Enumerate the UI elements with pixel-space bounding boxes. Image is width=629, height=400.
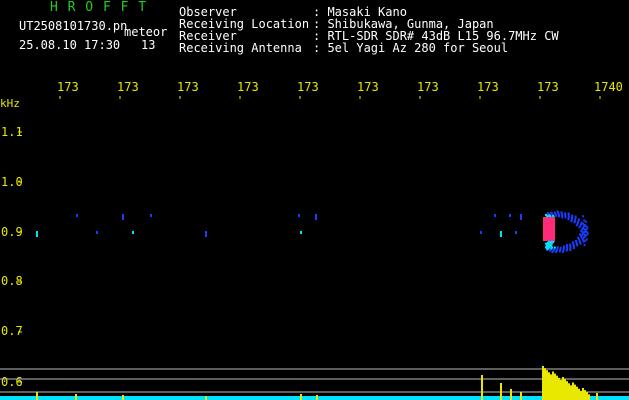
echo-pixel [583, 219, 586, 222]
carrier-trace [480, 231, 482, 234]
level-echo-bar [570, 385, 572, 400]
echo-pixel [564, 216, 567, 219]
echo-pixel [545, 242, 547, 245]
echo-pixel [580, 229, 583, 232]
level-echo-bar [572, 382, 574, 400]
echo-pixel [582, 236, 585, 239]
echo-pixel [551, 246, 553, 249]
echo-pixel [582, 215, 585, 218]
echo-pixel [571, 241, 574, 244]
level-spike [122, 395, 124, 400]
echo-pixel [565, 244, 568, 247]
level-baseline [0, 396, 629, 400]
carrier-trace [500, 231, 502, 237]
carrier-signal-traces [36, 214, 522, 237]
level-echo-bar [588, 394, 590, 400]
echo-pixel [582, 222, 585, 225]
level-echo-bar [578, 388, 580, 400]
echo-pixel [561, 216, 564, 219]
level-echo-bar [550, 374, 552, 400]
level-spike [205, 396, 207, 400]
level-spike [596, 393, 598, 400]
carrier-trace [509, 214, 511, 217]
level-spike [300, 394, 302, 400]
echo-pixel [570, 220, 573, 223]
echo-pixel [555, 215, 558, 217]
echo-pixel [573, 221, 576, 224]
carrier-trace [205, 231, 207, 237]
echo-pixel [559, 246, 562, 249]
carrier-trace [515, 231, 517, 234]
level-spike [500, 383, 502, 400]
carrier-trace [150, 214, 152, 217]
echo-pixel [558, 215, 561, 218]
axis-ticks [18, 96, 601, 383]
echo-pixel [575, 239, 577, 242]
echo-pixel [553, 246, 556, 249]
level-echo-bar [566, 381, 568, 400]
echo-pixel [567, 218, 570, 221]
echo-pixel [556, 246, 559, 249]
carrier-trace [76, 214, 78, 217]
echo-pixel [562, 245, 565, 248]
level-echo-bar [558, 377, 560, 400]
level-spike [510, 389, 512, 400]
carrier-trace [315, 214, 317, 220]
level-spike [316, 395, 318, 400]
level-echo-bar [546, 370, 548, 400]
carrier-trace [300, 231, 302, 234]
level-echo-bar [562, 377, 564, 400]
level-echo-bar [576, 386, 578, 400]
echo-pixel [578, 226, 581, 229]
echo-core [543, 217, 555, 241]
carrier-trace [520, 214, 522, 220]
level-spike [520, 392, 522, 400]
carrier-trace [132, 231, 134, 234]
carrier-trace [298, 214, 300, 217]
echo-pixel [575, 224, 578, 227]
echo-pixel [582, 240, 585, 243]
level-spike [36, 392, 38, 400]
echo-pixel [582, 227, 585, 229]
level-echo-bar [542, 366, 544, 400]
level-echo-bar [582, 388, 584, 400]
level-echo-bar [552, 371, 554, 400]
level-echo-bar [560, 379, 562, 400]
meteor-echo [543, 210, 589, 253]
level-echo-bar [574, 384, 576, 400]
carrier-trace [494, 214, 496, 217]
echo-pixel [577, 236, 580, 239]
echo-pixel [581, 233, 584, 236]
spectrogram-plot [0, 96, 629, 400]
level-echo-bar [544, 368, 546, 400]
carrier-trace [36, 231, 38, 237]
level-echo-bar [554, 373, 556, 400]
echo-pixel [579, 233, 581, 236]
echo-pixel [583, 244, 586, 247]
echo-pixel [569, 243, 572, 246]
carrier-trace [96, 231, 98, 234]
carrier-trace [122, 214, 124, 220]
level-echo-bar [568, 383, 570, 400]
level-echo-bar [556, 375, 558, 400]
level-echo-bar [548, 372, 550, 400]
level-spike [481, 375, 483, 400]
signal-level-panel [0, 366, 629, 400]
level-spike [75, 394, 77, 400]
level-echo-bar [564, 379, 566, 400]
level-echo-bar [586, 392, 588, 400]
level-echo-bar [584, 390, 586, 400]
echo-pixel [548, 245, 551, 248]
level-echo-bar [580, 390, 582, 400]
